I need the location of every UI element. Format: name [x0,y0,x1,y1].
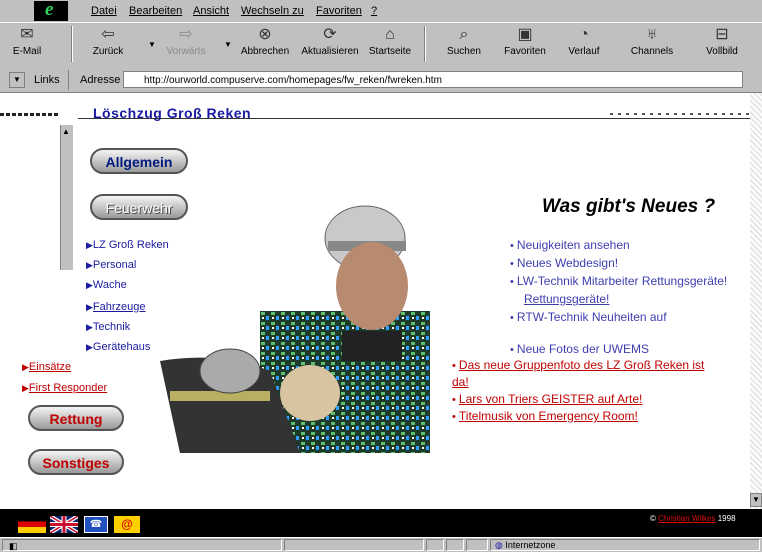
address-bar-toggle-icon[interactable]: ▼ [9,72,25,88]
search-icon: ⌕ [459,26,469,43]
copyright-notice: © Christian Wilkes 1998 [650,514,736,523]
nav-link-personal[interactable]: ▶Personal [86,259,136,271]
nav-link-lz[interactable]: ▶LZ Groß Reken [86,239,169,251]
history-icon: ◔ [579,26,589,43]
news-item-titelmusik[interactable]: • Titelmusik von Emergency Room! [452,408,712,425]
menu-bearbeiten[interactable]: Bearbeiten [129,5,182,17]
links-label[interactable]: Links [34,74,60,86]
rettung-button[interactable]: Rettung [28,405,124,431]
news-item[interactable]: • Neuigkeiten ansehen [510,237,727,255]
page-content: Löschzug Groß Reken ▲ Allgemein Feuerweh… [0,93,762,509]
author-link[interactable]: Christian Wilkes [658,514,715,523]
home-icon: ⌂ [385,26,395,43]
news-title: Was gibt's Neues ? [542,196,716,217]
address-label: Adresse [80,74,121,86]
stop-icon: ⊗ [258,26,272,43]
refresh-button[interactable]: ⟳ Aktualisieren [298,24,362,64]
home-button[interactable]: ⌂ Startseite [368,24,412,64]
scroll-down-icon[interactable]: ▼ [750,493,762,507]
email-button[interactable]: ✉ E-Mail [5,24,49,64]
addressbar-separator [68,70,69,90]
favorites-folder-icon: ▣ [517,26,533,43]
fullscreen-button[interactable]: ⊟ Vollbild [700,24,744,64]
email-at-icon[interactable]: @ [114,516,140,533]
nav-link-einsaetze[interactable]: ▶Einsätze [22,361,71,373]
nav-link-first-responder[interactable]: ▶First Responder [22,382,107,394]
news-list-bottom: • Das neue Gruppenfoto des LZ Groß Reken… [452,357,712,425]
ie-logo-icon: e [34,0,68,21]
forward-button[interactable]: ⇨ Vorwärts [158,24,214,64]
german-flag-icon[interactable] [18,516,46,533]
status-pane [446,539,464,551]
sonstiges-button[interactable]: Sonstiges [28,449,124,475]
nav-frame-scrollbar[interactable] [60,125,73,270]
status-text-pane: ◧ [2,539,282,551]
nav-link-wache[interactable]: ▶Wache [86,279,127,291]
banner-rule-left [0,113,60,116]
menu-datei[interactable]: Datei [91,5,117,17]
favorites-button[interactable]: ▣ Favoriten [500,24,550,64]
security-zone-pane: ◍ Internetzone [490,539,760,551]
fullscreen-icon: ⊟ [715,26,729,43]
menu-favoriten[interactable]: Favoriten [316,5,362,17]
mail-icon: ✉ [20,26,34,43]
banner-rule-right [610,113,750,115]
page-scrollbar[interactable] [750,93,762,509]
address-input[interactable]: http://ourworld.compuserve.com/homepages… [123,71,743,88]
news-item-gruppenfoto[interactable]: • Das neue Gruppenfoto des LZ Groß Reken… [452,357,712,391]
news-item[interactable]: • LW-Technik Mitarbeiter Rettungsgeräte! [510,273,727,291]
toolbar-separator [71,26,73,62]
guestbook-icon[interactable]: ☎ [84,516,108,533]
forward-dropdown-icon[interactable]: ▼ [224,40,232,49]
toolbar-separator [424,26,426,62]
menu-help[interactable]: ? [371,5,377,17]
news-list-top: • Neuigkeiten ansehen • Neues Webdesign!… [510,237,727,359]
channels-button[interactable]: ♅ Channels [626,24,678,64]
globe-icon: ◍ [495,540,503,550]
search-button[interactable]: ⌕ Suchen [442,24,486,64]
uk-flag-icon[interactable] [50,516,78,533]
allgemein-button[interactable]: Allgemein [90,148,188,174]
status-pane [426,539,444,551]
stop-button[interactable]: ⊗ Abbrechen [236,24,294,64]
nav-frame-scroll-up-icon[interactable]: ▲ [60,127,72,139]
back-button[interactable]: ⇦ Zurück [80,24,136,64]
news-item[interactable]: • Neues Webdesign! [510,255,727,273]
banner-rule [78,118,758,119]
nav-link-geraetehaus[interactable]: ▶Gerätehaus [86,341,150,353]
refresh-icon: ⟳ [323,26,337,43]
back-arrow-icon: ⇦ [101,26,115,43]
firefighter-photo [160,205,430,453]
menu-wechseln-zu[interactable]: Wechseln zu [241,5,304,17]
page-icon: ◧ [9,541,18,551]
news-item[interactable]: • RTW-Technik Neuheiten auf [510,309,727,327]
history-button[interactable]: ◔ Verlauf [562,24,606,64]
forward-arrow-icon: ⇨ [179,26,193,43]
status-progress-pane [284,539,424,551]
channels-icon: ♅ [646,26,658,43]
news-item[interactable]: Rettungsgeräte! [510,291,727,309]
back-dropdown-icon[interactable]: ▼ [148,40,156,49]
status-pane [466,539,488,551]
nav-link-fahrzeuge[interactable]: ▶Fahrzeuge [86,301,146,313]
nav-link-technik[interactable]: ▶Technik [86,321,130,333]
menu-ansicht[interactable]: Ansicht [193,5,229,17]
news-item-geister[interactable]: • Lars von Triers GEISTER auf Arte! [452,391,712,408]
